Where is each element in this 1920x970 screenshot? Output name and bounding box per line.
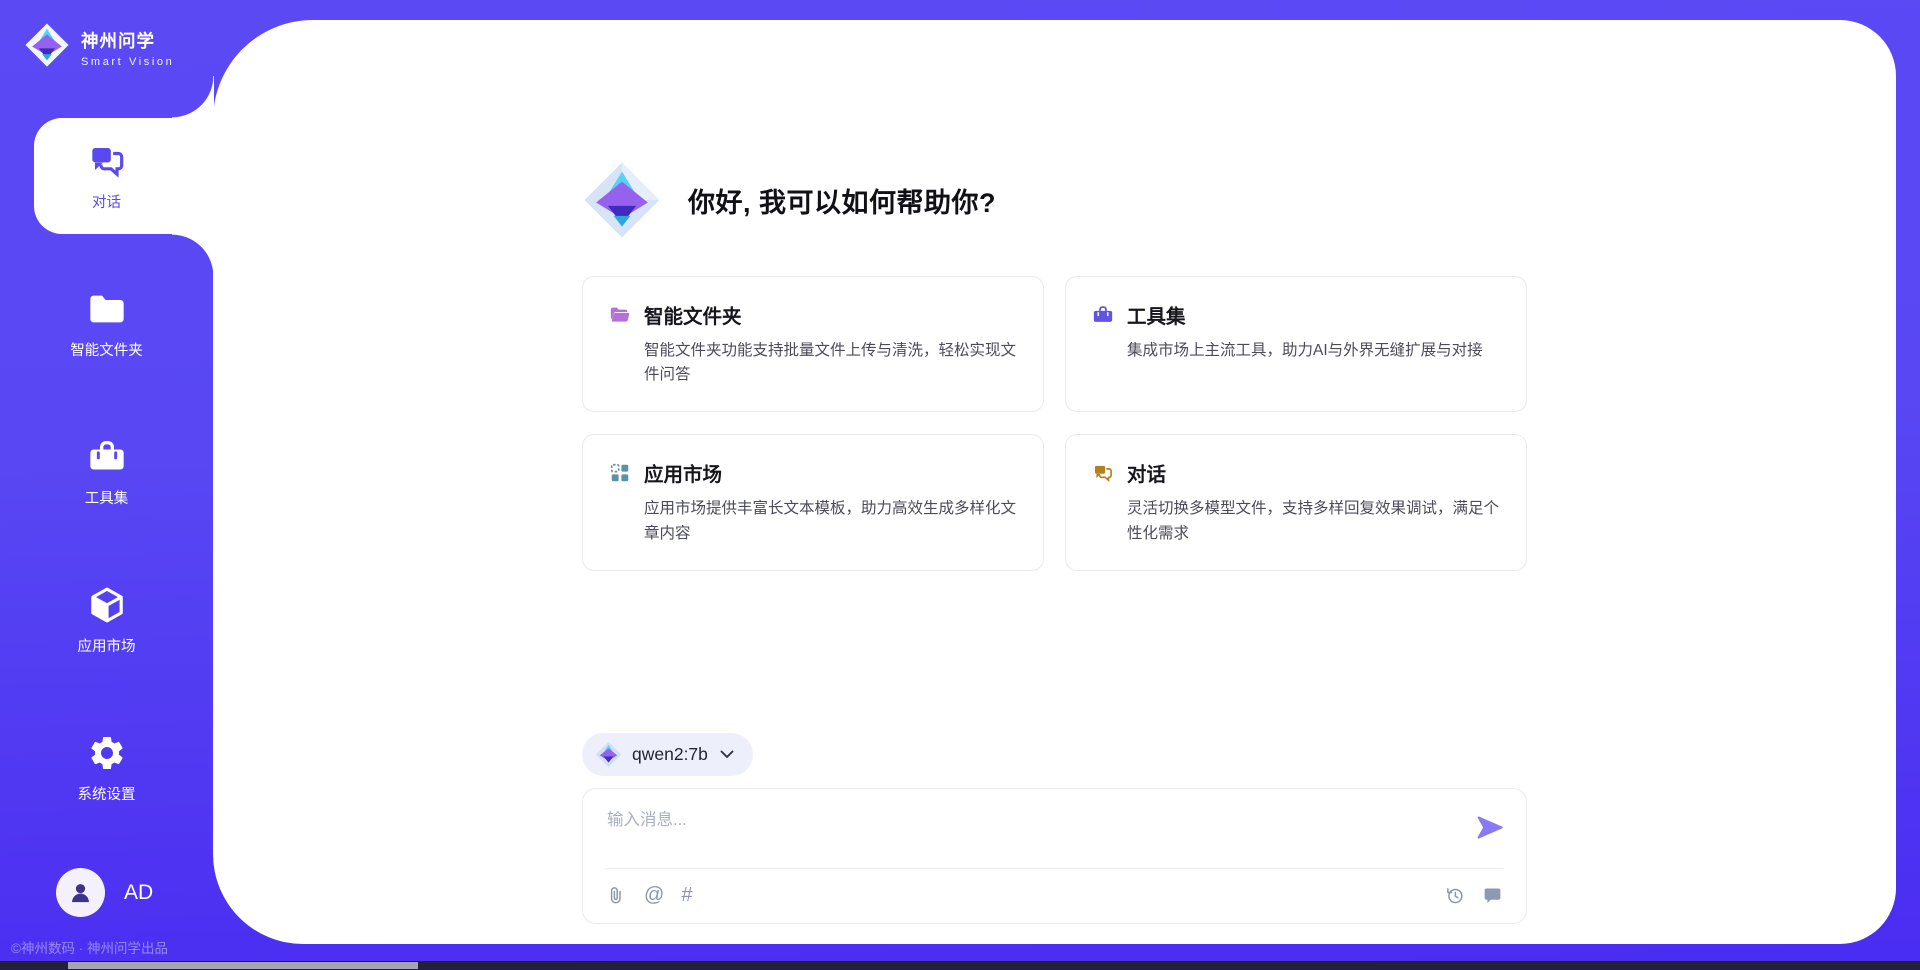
- sidebar-item-smart-folder[interactable]: 智能文件夹: [0, 266, 213, 382]
- card-desc: 集成市场上主流工具，助力AI与外界无缝扩展与对接: [1127, 339, 1500, 363]
- toolbox-icon: [87, 437, 127, 477]
- sidebar-item-toolset[interactable]: 工具集: [0, 414, 213, 530]
- chevron-down-icon: [720, 750, 734, 759]
- brand-logo-icon: [24, 22, 70, 73]
- send-icon[interactable]: [1474, 812, 1505, 843]
- greeting: 你好, 我可以如何帮助你?: [582, 160, 1527, 240]
- card-app-market[interactable]: 应用市场 应用市场提供丰富长文本模板，助力高效生成多样化文章内容: [582, 434, 1044, 570]
- brand: 神州问学 Smart Vision: [24, 22, 174, 73]
- scrollbar-thumb[interactable]: [68, 962, 418, 969]
- sidebar-item-label: 对话: [92, 191, 121, 212]
- model-selector[interactable]: qwen2:7b: [582, 733, 753, 776]
- sidebar-item-label: 系统设置: [78, 783, 136, 804]
- feature-cards: 智能文件夹 智能文件夹功能支持批量文件上传与清洗，轻松实现文件问答 工具集 集: [582, 276, 1527, 571]
- history-icon[interactable]: [1444, 885, 1465, 906]
- chat-icon: [87, 141, 127, 181]
- message-input[interactable]: [607, 806, 1446, 864]
- card-desc: 智能文件夹功能支持批量文件上传与清洗，轻松实现文件问答: [644, 339, 1017, 387]
- sidebar-item-app-market[interactable]: 应用市场: [0, 562, 213, 678]
- model-name: qwen2:7b: [632, 744, 708, 765]
- card-title: 对话: [1127, 458, 1166, 487]
- chat-icon: [1092, 462, 1114, 484]
- tab-curve-top: [172, 76, 214, 118]
- card-title: 智能文件夹: [644, 300, 742, 329]
- main-panel: 你好, 我可以如何帮助你? 智能文件夹 智能文件夹功能支持批量文件上传与清洗，轻…: [213, 20, 1896, 944]
- sidebar-item-label: 工具集: [85, 487, 129, 508]
- sidebar-item-label: 智能文件夹: [70, 339, 143, 360]
- folder-icon: [87, 289, 127, 329]
- sidebar-item-settings[interactable]: 系统设置: [0, 710, 213, 826]
- card-title: 应用市场: [644, 458, 722, 487]
- sidebar-item-label: 应用市场: [78, 635, 136, 656]
- card-title: 工具集: [1127, 300, 1186, 329]
- brand-name: 神州问学: [81, 28, 174, 53]
- hashtag-icon[interactable]: #: [681, 885, 692, 906]
- user-name: AD: [124, 881, 153, 905]
- avatar: [56, 868, 105, 917]
- sidebar-item-chat[interactable]: 对话: [0, 118, 213, 234]
- cube-icon: [87, 585, 127, 625]
- mention-icon[interactable]: @: [644, 885, 664, 906]
- folder-open-icon: [609, 304, 631, 326]
- model-logo-icon: [595, 741, 622, 768]
- app-logo-icon: [582, 160, 662, 240]
- brand-subtitle: Smart Vision: [81, 56, 174, 68]
- gear-icon: [87, 733, 127, 773]
- card-desc: 应用市场提供丰富长文本模板，助力高效生成多样化文章内容: [644, 497, 1017, 545]
- greeting-title: 你好, 我可以如何帮助你?: [688, 181, 996, 220]
- card-desc: 灵活切换多模型文件，支持多样回复效果调试，满足个性化需求: [1127, 497, 1500, 545]
- message-composer: @ #: [582, 788, 1527, 924]
- copyright-text: ©神州数码 · 神州问学出品: [11, 937, 168, 957]
- briefcase-icon: [1092, 304, 1114, 326]
- card-toolset[interactable]: 工具集 集成市场上主流工具，助力AI与外界无缝扩展与对接: [1065, 276, 1527, 412]
- sidebar: 神州问学 Smart Vision 对话 智能文件夹: [0, 0, 213, 970]
- grid-icon: [609, 462, 631, 484]
- horizontal-scrollbar[interactable]: [0, 961, 1920, 970]
- card-chat[interactable]: 对话 灵活切换多模型文件，支持多样回复效果调试，满足个性化需求: [1065, 434, 1527, 570]
- attachment-icon[interactable]: [606, 885, 627, 906]
- card-smart-folder[interactable]: 智能文件夹 智能文件夹功能支持批量文件上传与清洗，轻松实现文件问答: [582, 276, 1044, 412]
- user-account[interactable]: AD: [56, 868, 153, 917]
- chat-bubble-icon[interactable]: [1482, 885, 1503, 906]
